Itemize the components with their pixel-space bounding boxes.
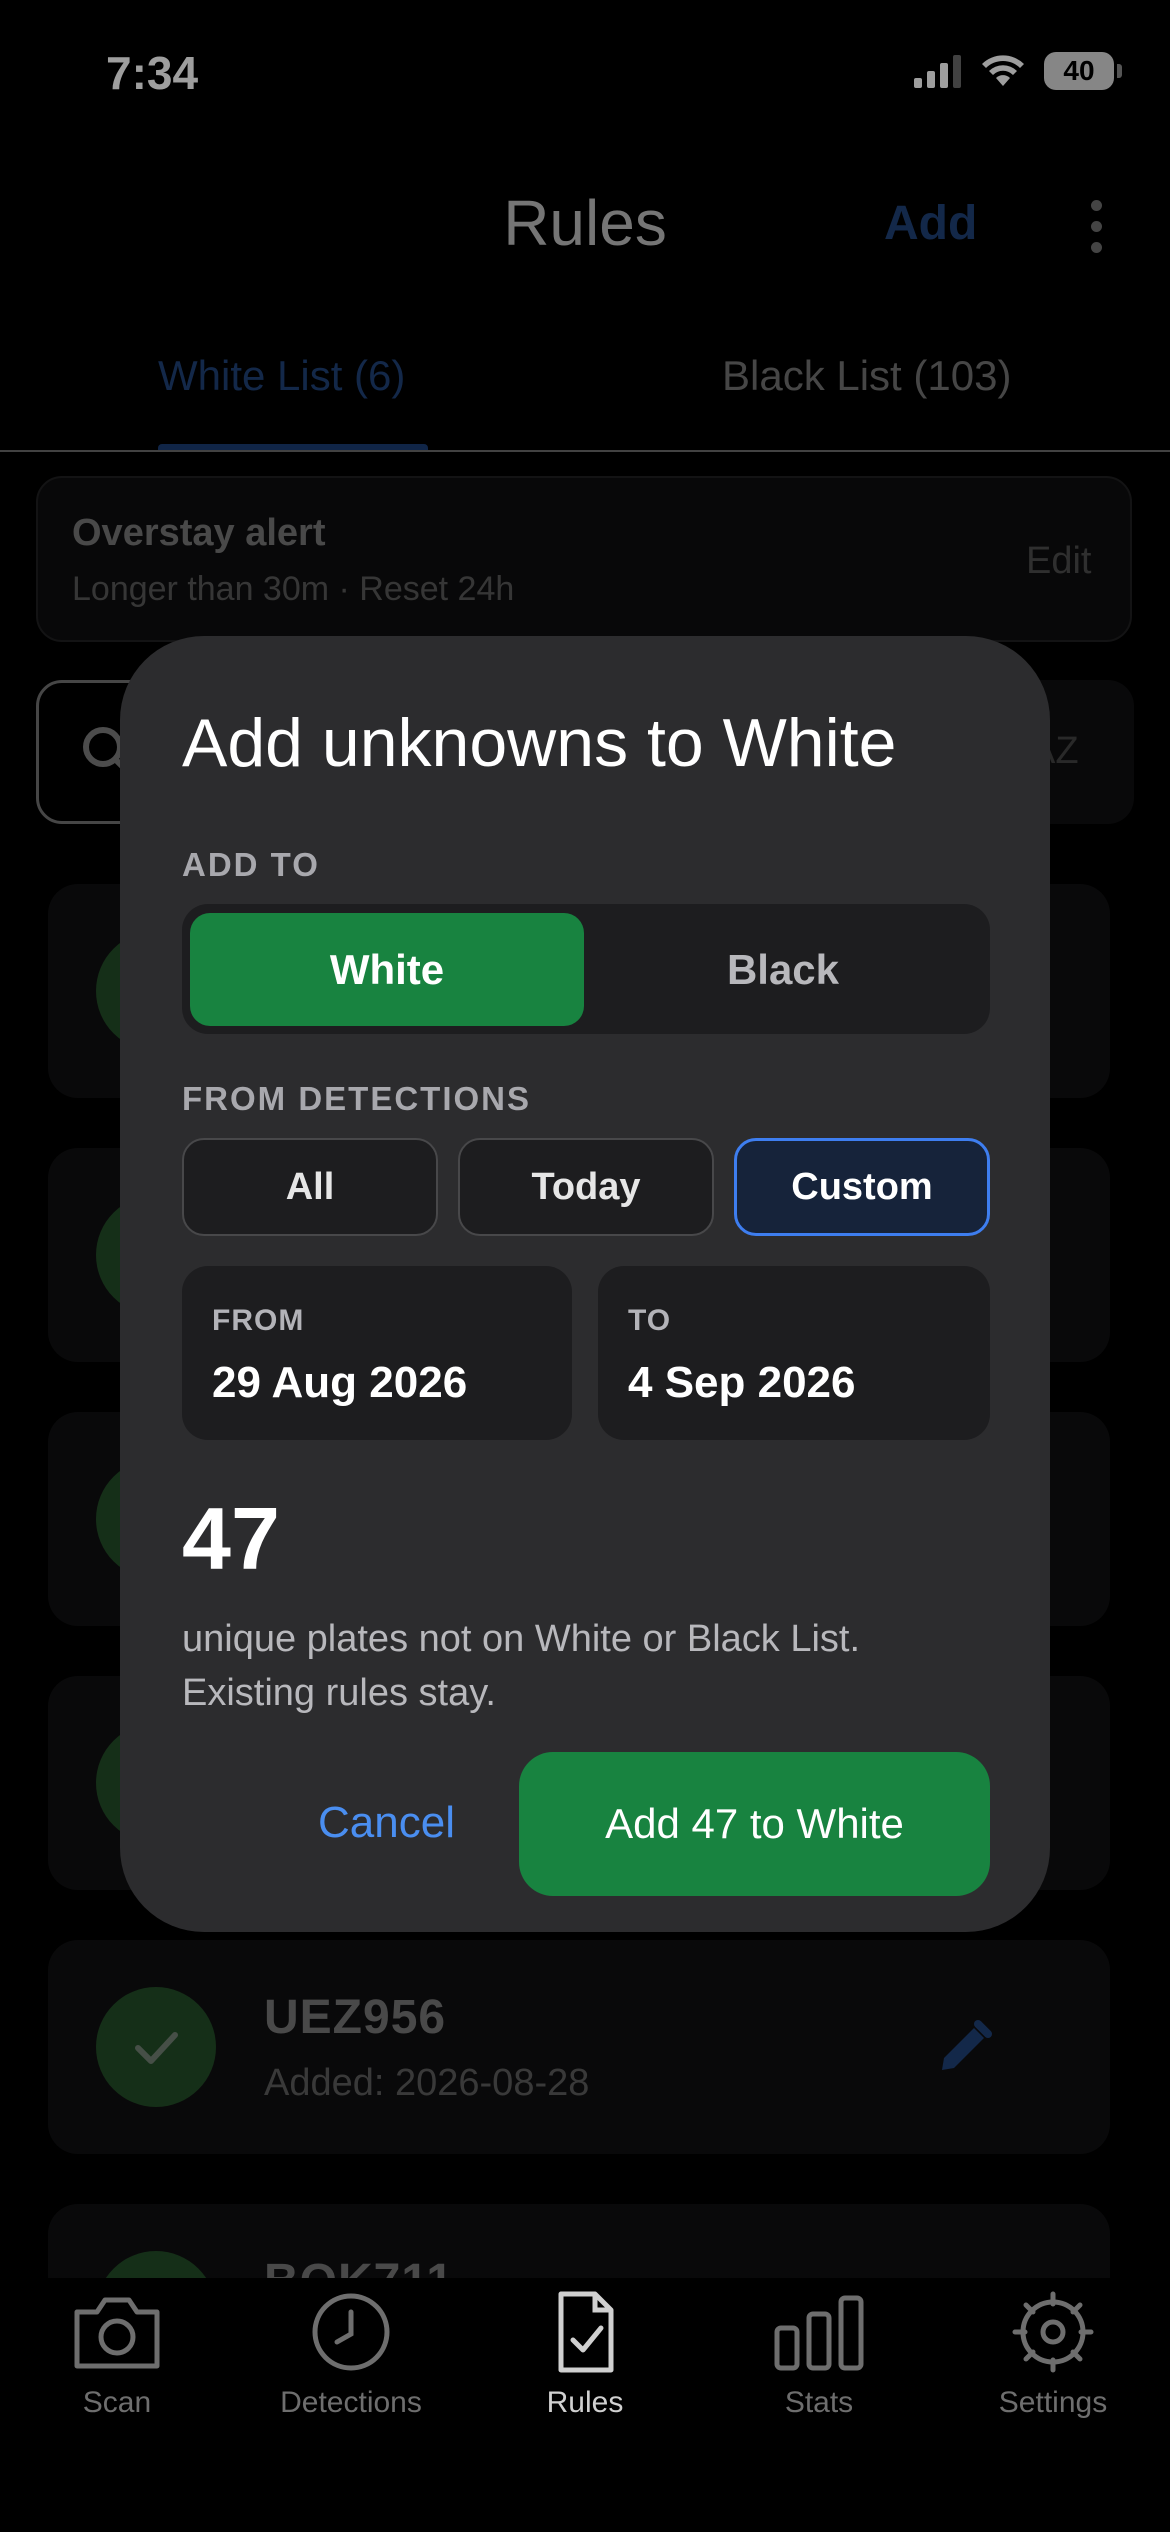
camera-icon xyxy=(74,2297,160,2369)
tab-detections[interactable]: Detections xyxy=(234,2290,468,2420)
dialog-title: Add unknowns to White xyxy=(182,705,897,781)
tab-detections-label: Detections xyxy=(280,2386,422,2419)
tab-settings[interactable]: Settings xyxy=(936,2290,1170,2420)
clock-icon xyxy=(312,2293,390,2371)
bar-chart-icon xyxy=(774,2295,864,2371)
tab-scan-label: Scan xyxy=(82,2386,152,2419)
add-to-white-option[interactable]: White xyxy=(190,913,584,1026)
from-date-field[interactable]: FROM 29 Aug 2026 xyxy=(182,1266,572,1440)
cancel-button[interactable]: Cancel xyxy=(318,1798,455,1848)
to-date-field[interactable]: TO 4 Sep 2026 xyxy=(598,1266,990,1440)
tab-stats-label: Stats xyxy=(784,2386,854,2419)
range-today-chip[interactable]: Today xyxy=(458,1138,714,1236)
range-custom-chip[interactable]: Custom xyxy=(734,1138,990,1236)
document-check-icon xyxy=(558,2291,614,2373)
tab-scan[interactable]: Scan xyxy=(0,2290,234,2420)
tab-rules[interactable]: Rules xyxy=(468,2290,702,2420)
tab-settings-label: Settings xyxy=(998,2386,1108,2419)
to-date-value: 4 Sep 2026 xyxy=(628,1358,856,1407)
add-to-section-label: ADD TO xyxy=(182,846,320,883)
unique-plate-count: 47 xyxy=(182,1489,280,1588)
add-to-black-option[interactable]: Black xyxy=(584,913,982,1026)
tab-stats[interactable]: Stats xyxy=(702,2290,936,2420)
from-detections-section-label: FROM DETECTIONS xyxy=(182,1080,531,1117)
range-all-chip[interactable]: All xyxy=(182,1138,438,1236)
from-date-value: 29 Aug 2026 xyxy=(212,1358,468,1407)
to-date-label: TO xyxy=(628,1304,672,1337)
count-description: unique plates not on White or Black List… xyxy=(182,1618,861,1714)
gear-icon xyxy=(1012,2291,1094,2373)
tab-rules-label: Rules xyxy=(546,2386,624,2419)
add-to-white-button[interactable]: Add 47 to White xyxy=(519,1752,990,1896)
from-date-label: FROM xyxy=(212,1304,305,1337)
